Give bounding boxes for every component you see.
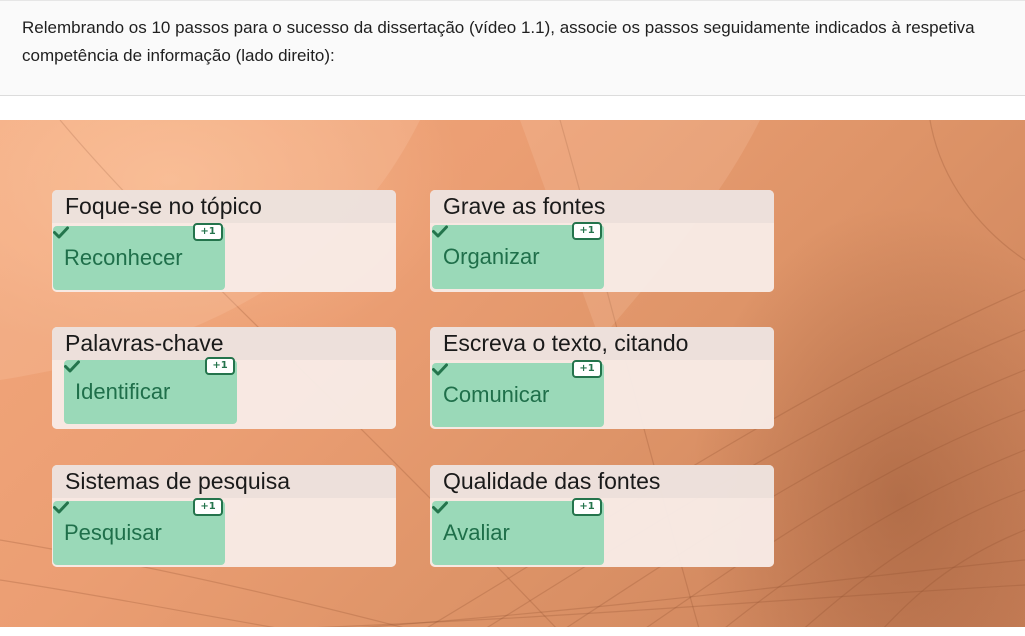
drop-zone-palavras-chave[interactable]: Palavras-chave Identificar +1: [52, 327, 396, 429]
score-badge: +1: [193, 223, 223, 241]
drop-zone-title: Foque-se no tópico: [52, 190, 396, 223]
stage-bottom-border: [0, 627, 1025, 632]
drop-zone-body[interactable]: Organizar +1: [430, 222, 774, 292]
draggable-answer-reconhecer[interactable]: Reconhecer +1: [53, 223, 225, 290]
check-icon: [53, 501, 69, 514]
check-icon: [432, 501, 448, 514]
draggable-label: Organizar: [443, 244, 540, 269]
draggable-label: Identificar: [75, 379, 171, 404]
question-text: Relembrando os 10 passos para o sucesso …: [22, 18, 975, 65]
draggable-answer-pesquisar[interactable]: Pesquisar +1: [53, 498, 225, 565]
check-icon: [64, 360, 80, 373]
drop-zone-title: Sistemas de pesquisa: [52, 465, 396, 498]
score-badge: +1: [205, 357, 235, 375]
check-icon: [53, 226, 69, 239]
check-icon: [432, 225, 448, 238]
drop-zone-title: Grave as fontes: [430, 190, 774, 223]
drop-zone-body[interactable]: Identificar +1: [52, 357, 396, 429]
drop-zone-foque-se-no-topico[interactable]: Foque-se no tópico Reconhecer +1: [52, 190, 396, 292]
drop-zone-sistemas-de-pesquisa[interactable]: Sistemas de pesquisa Pesquisar +1: [52, 465, 396, 567]
drop-zone-title: Palavras-chave: [52, 327, 396, 360]
score-badge: +1: [572, 498, 602, 516]
drop-zone-qualidade-das-fontes[interactable]: Qualidade das fontes Avaliar +1: [430, 465, 774, 567]
drop-zone-title: Escreva o texto, citando: [430, 327, 774, 360]
draggable-answer-comunicar[interactable]: Comunicar +1: [432, 360, 604, 427]
score-badge: +1: [193, 498, 223, 516]
check-icon: [432, 363, 448, 376]
score-badge: +1: [572, 360, 602, 378]
draggable-label: Comunicar: [443, 382, 550, 407]
drop-zone-body[interactable]: Reconhecer +1: [52, 223, 396, 292]
drop-zone-body[interactable]: Comunicar +1: [430, 360, 774, 429]
question-panel: Relembrando os 10 passos para o sucesso …: [0, 0, 1025, 96]
drop-zone-body[interactable]: Avaliar +1: [430, 498, 774, 567]
score-badge: +1: [572, 222, 602, 240]
draggable-label: Pesquisar: [64, 520, 162, 545]
draggable-answer-identificar[interactable]: Identificar +1: [64, 357, 237, 424]
draggable-answer-avaliar[interactable]: Avaliar +1: [432, 498, 604, 565]
draggable-label: Avaliar: [443, 520, 510, 545]
draggable-answer-organizar[interactable]: Organizar +1: [432, 222, 604, 289]
drop-zone-escreva-o-texto-citando[interactable]: Escreva o texto, citando Comunicar +1: [430, 327, 774, 429]
drop-zone-title: Qualidade das fontes: [430, 465, 774, 498]
drag-drop-board: Foque-se no tópico Reconhecer +1 Grave a…: [0, 120, 1025, 632]
drop-zone-grave-as-fontes[interactable]: Grave as fontes Organizar +1: [430, 190, 774, 292]
draggable-label: Reconhecer: [64, 245, 183, 270]
drop-zone-body[interactable]: Pesquisar +1: [52, 498, 396, 567]
